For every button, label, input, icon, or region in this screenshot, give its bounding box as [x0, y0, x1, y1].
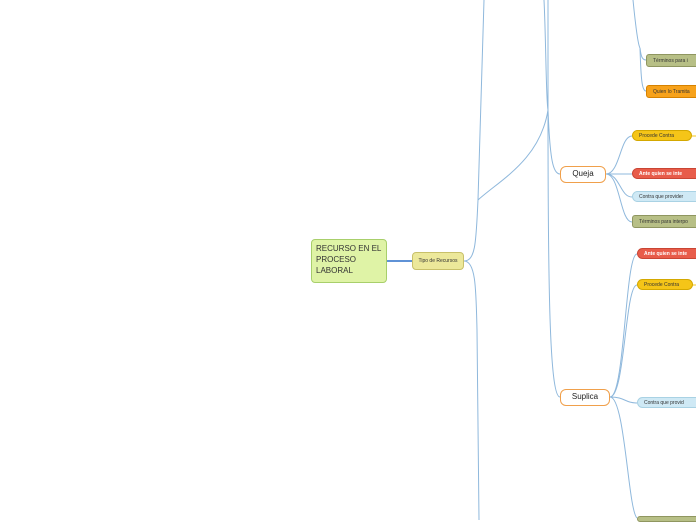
queja-terminos-node[interactable]: Términos para interpo	[632, 215, 696, 228]
queja-ante-quien-node[interactable]: Ante quien se inte	[632, 168, 696, 179]
suplica-contra-que-node[interactable]: Contra que provid	[637, 397, 696, 408]
top-quien-tramita-node[interactable]: Quien lo Tramita	[646, 85, 696, 98]
connector-trunk-queja	[477, 0, 549, 201]
connector-top-extra	[543, 0, 549, 111]
suplica-bottom-node[interactable]	[637, 516, 696, 522]
queja-contra-que-node[interactable]: Contra que provider	[632, 191, 696, 202]
suplica-node[interactable]: Suplica	[560, 389, 610, 406]
top-terminos-node[interactable]: Términos para i	[646, 54, 696, 67]
connector-top-trunk	[632, 0, 641, 49]
root-node[interactable]: RECURSO EN EL PROCESO LABORAL	[311, 239, 387, 283]
tipo-de-recursos-node[interactable]: Tipo de Recursos	[412, 252, 464, 270]
queja-node[interactable]: Queja	[560, 166, 606, 183]
queja-procede-contra-node[interactable]: Procede Contra	[632, 130, 692, 141]
connector-queja-terminos	[605, 173, 633, 223]
connector-suplica-bottom	[609, 396, 638, 519]
connector-to-queja	[547, 109, 561, 175]
connector-queja-procede	[605, 135, 633, 175]
suplica-ante-quien-node[interactable]: Ante quien se inte	[637, 248, 696, 259]
connector-tipo-trunk-down	[463, 260, 480, 520]
suplica-procede-contra-node[interactable]: Procede Contra	[637, 279, 693, 290]
connector-tipo-trunk-up	[463, 0, 485, 262]
connector-suplica-ante	[609, 253, 638, 398]
connector-to-suplica	[547, 109, 561, 398]
